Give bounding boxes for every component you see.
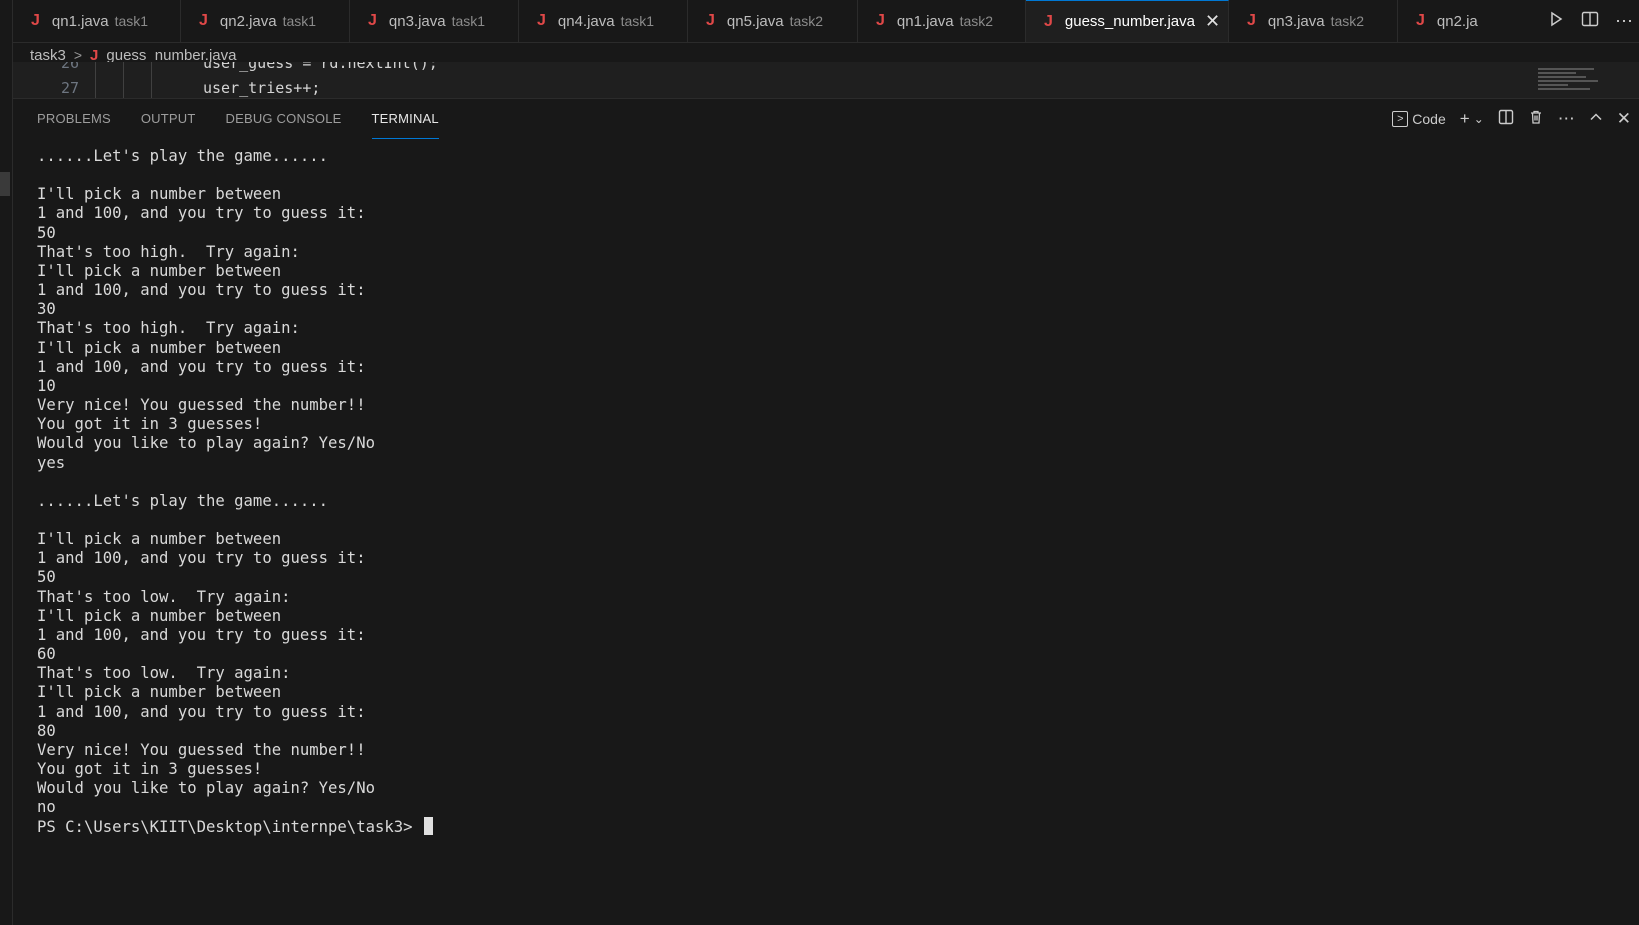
close-icon[interactable]: ✕ <box>1617 109 1631 129</box>
chevron-up-icon[interactable] <box>1589 109 1603 129</box>
terminal-profile-button[interactable]: > Code <box>1392 111 1446 127</box>
terminal-icon: > <box>1392 111 1409 127</box>
tab-description: task2 <box>1330 13 1365 29</box>
tab-description: task1 <box>282 13 317 29</box>
vscode-window: J qn1.java task1 J qn2.java task1 J qn3.… <box>0 0 1639 925</box>
activity-strip <box>0 0 13 925</box>
tab-description: task1 <box>114 13 149 29</box>
terminal-output[interactable]: ......Let's play the game...... I'll pic… <box>37 147 1617 917</box>
tab-terminal[interactable]: TERMINAL <box>371 99 439 139</box>
java-file-icon: J <box>31 12 40 29</box>
tab-label: qn4.java <box>557 12 615 30</box>
tab-qn4-task1[interactable]: J qn4.java task1 <box>519 0 688 42</box>
more-icon[interactable]: ⋯ <box>1613 11 1635 32</box>
split-terminal-icon[interactable] <box>1498 109 1514 130</box>
java-file-icon: J <box>1044 12 1053 30</box>
tab-description: task2 <box>789 13 824 29</box>
code-editor[interactable]: 26 user_guess = rd.nextInt(); 27 user_tr… <box>13 62 1639 98</box>
tab-output[interactable]: OUTPUT <box>141 99 196 139</box>
indent-guide <box>151 62 152 98</box>
scroll-marker <box>0 172 10 196</box>
tab-label: qn2.ja <box>1436 12 1478 30</box>
java-file-icon: J <box>706 12 715 29</box>
terminal-text: ......Let's play the game...... I'll pic… <box>37 147 375 817</box>
java-file-icon: J <box>368 12 377 29</box>
line-number: 26 <box>60 62 79 72</box>
editor-tab-bar: J qn1.java task1 J qn2.java task1 J qn3.… <box>13 0 1639 43</box>
chevron-down-icon[interactable]: ⌄ <box>1474 112 1484 126</box>
play-icon[interactable] <box>1545 11 1567 32</box>
tab-qn3-task1[interactable]: J qn3.java task1 <box>350 0 519 42</box>
editor-actions: ⋯ <box>1509 0 1639 42</box>
code-line: user_tries++; <box>203 79 321 97</box>
tab-problems[interactable]: PROBLEMS <box>37 99 111 139</box>
tab-label: guess_number.java <box>1064 13 1195 30</box>
chevron-right-icon: > <box>73 47 83 63</box>
java-file-icon: J <box>1247 12 1256 29</box>
tab-debug-console[interactable]: DEBUG CONSOLE <box>226 99 342 139</box>
tab-label: qn3.java <box>388 12 446 30</box>
plus-icon[interactable]: + <box>1460 109 1470 129</box>
split-editor-icon[interactable] <box>1579 11 1601 32</box>
tab-description: task1 <box>620 13 655 29</box>
line-number: 27 <box>60 79 79 97</box>
tab-label: qn3.java <box>1267 12 1325 30</box>
java-file-icon: J <box>90 46 99 64</box>
terminal-cursor <box>423 817 433 836</box>
more-icon[interactable]: ⋯ <box>1558 109 1575 129</box>
bottom-panel: PROBLEMS OUTPUT DEBUG CONSOLE TERMINAL >… <box>13 98 1639 925</box>
tab-qn3-task2[interactable]: J qn3.java task2 <box>1229 0 1398 42</box>
tab-label: qn1.java <box>51 12 109 30</box>
close-icon[interactable]: ✕ <box>1205 11 1220 32</box>
breadcrumb-folder[interactable]: task3 <box>30 47 66 64</box>
tab-label: qn1.java <box>896 12 954 30</box>
indent-guide <box>95 62 96 98</box>
java-file-icon: J <box>537 12 546 29</box>
tab-description: task1 <box>451 13 486 29</box>
breadcrumb-file[interactable]: guess_number.java <box>106 47 236 64</box>
tab-label: qn2.java <box>219 12 277 30</box>
tab-qn1-task2[interactable]: J qn1.java task2 <box>858 0 1026 42</box>
java-file-icon: J <box>876 12 885 29</box>
tab-description: task2 <box>959 13 994 29</box>
indent-guide <box>123 62 124 98</box>
code-line: user_guess = rd.nextInt(); <box>203 62 438 72</box>
terminal-prompt: PS C:\Users\KIIT\Desktop\internpe\task3> <box>37 818 422 837</box>
minimap[interactable] <box>1538 68 1602 96</box>
tab-label: qn5.java <box>726 12 784 30</box>
panel-actions: > Code + ⌄ ⋯ ✕ <box>1392 107 1631 131</box>
terminal-profile-label: Code <box>1412 111 1446 127</box>
tab-guess-number[interactable]: J guess_number.java ✕ <box>1026 0 1229 42</box>
tab-qn2-task1[interactable]: J qn2.java task1 <box>181 0 350 42</box>
panel-tabs: PROBLEMS OUTPUT DEBUG CONSOLE TERMINAL <box>37 99 439 139</box>
trash-icon[interactable] <box>1528 109 1544 130</box>
tab-qn1-task1[interactable]: J qn1.java task1 <box>13 0 181 42</box>
tab-qn5-task2[interactable]: J qn5.java task2 <box>688 0 858 42</box>
java-file-icon: J <box>199 12 208 29</box>
java-file-icon: J <box>1416 12 1425 29</box>
